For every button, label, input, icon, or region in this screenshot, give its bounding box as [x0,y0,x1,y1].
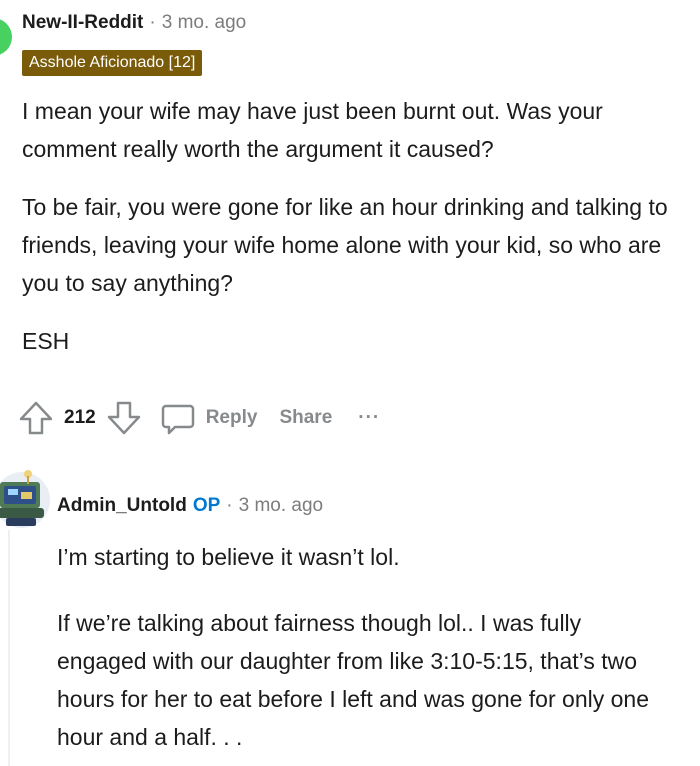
separator-dot: · [226,495,233,516]
comment-paragraph: To be fair, you were gone for like an ho… [22,194,668,296]
comment-paragraph: I mean your wife may have just been burn… [22,98,603,162]
comment-header: New-II-Reddit · 3 mo. ago [22,12,246,34]
share-button[interactable]: Share [279,407,332,429]
reply-button[interactable]: Reply [160,400,258,436]
avatar-icon[interactable] [0,466,50,535]
reply-paragraph: I’m starting to believe it wasn’t lol. [57,544,400,570]
downvote-icon[interactable] [106,400,142,436]
reply-label: Reply [205,407,258,428]
user-flair: Asshole Aficionado [12] [22,50,203,76]
op-badge: OP [192,495,221,516]
more-icon[interactable]: ··· [358,407,380,429]
comment-author[interactable]: New-II-Reddit [22,12,143,34]
comment-timestamp[interactable]: 3 mo. ago [162,12,247,34]
reply-header: Admin_Untold OP · 3 mo. ago [57,495,323,517]
reply-body: I’m starting to believe it wasn’t lol. I… [57,538,652,756]
upvote-icon[interactable] [18,400,54,436]
comment-paragraph: ESH [22,328,70,354]
comment-body: I mean your wife may have just been burn… [22,92,672,360]
reply-author[interactable]: Admin_Untold [57,495,187,517]
comment-bubble-icon [160,400,196,436]
reply-timestamp[interactable]: 3 mo. ago [239,495,324,517]
avatar-icon[interactable] [0,18,12,56]
separator-dot: · [149,12,156,33]
vote-score: 212 [64,407,96,428]
reply-paragraph: If we’re talking about fairness though l… [57,610,649,750]
thread-line[interactable] [8,530,10,766]
comment-actions: 212 Reply Share ··· [18,398,380,438]
